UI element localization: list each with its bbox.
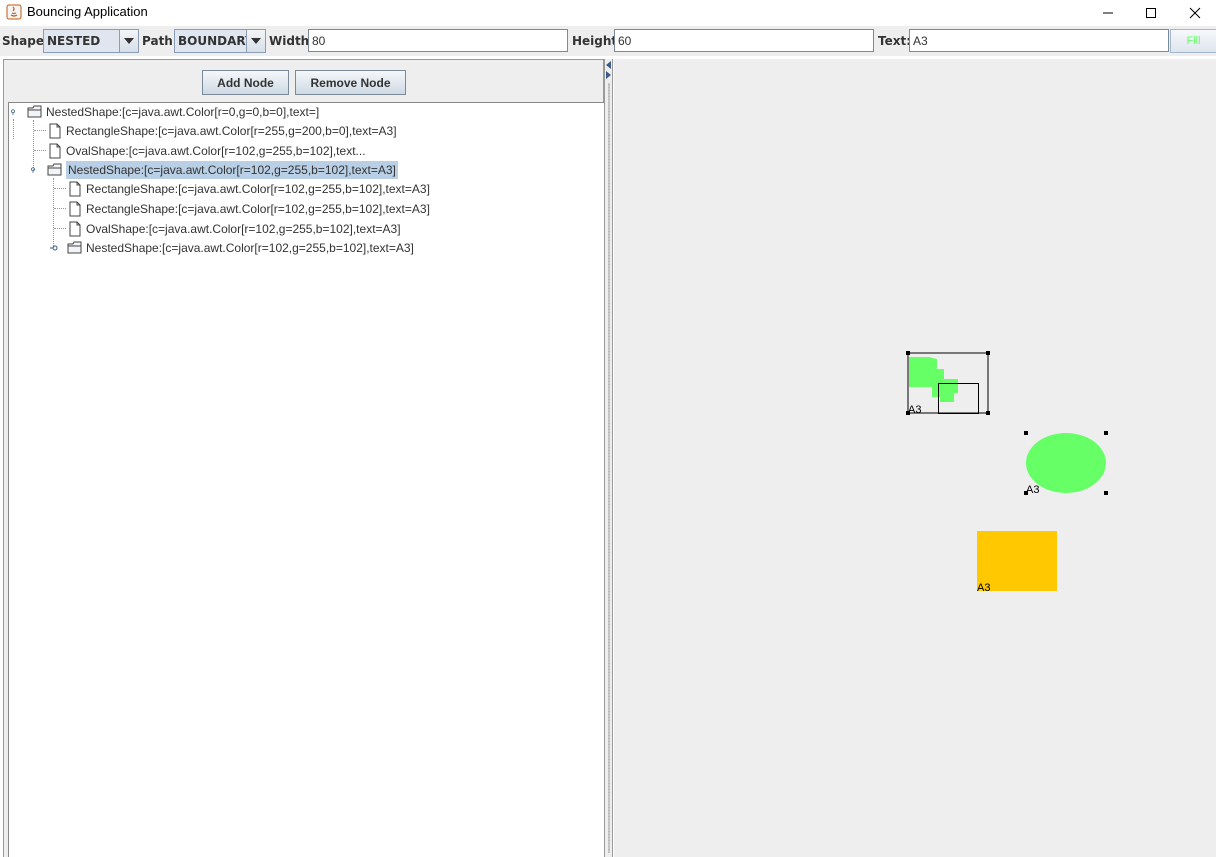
remove-node-button[interactable]: Remove Node — [295, 70, 406, 95]
shape-combobox[interactable]: NESTED — [43, 29, 139, 53]
folder-icon — [67, 241, 82, 254]
file-icon — [49, 123, 61, 139]
tree-node[interactable]: RectangleShape:[c=java.awt.Color[r=102,g… — [9, 180, 599, 198]
folder-icon — [27, 105, 42, 118]
chevron-down-icon — [251, 38, 261, 44]
tree-panel: Add Node Remove Node NestedShape:[c=java… — [3, 59, 606, 857]
rectangle-shape[interactable]: A3 — [977, 531, 1057, 594]
path-label: Path: — [142, 34, 178, 48]
oval-shape[interactable]: A3 — [1024, 431, 1108, 496]
file-icon — [69, 201, 81, 217]
rectangle-shape-text: A3 — [977, 582, 990, 594]
tree-node-label: RectangleShape:[c=java.awt.Color[r=102,g… — [86, 202, 430, 216]
chevron-down-icon — [124, 38, 134, 44]
shapes-drawing: A3 A3 A3 — [906, 351, 1108, 594]
tree-node-selected[interactable]: NestedShape:[c=java.awt.Color[r=102,g=25… — [9, 161, 599, 179]
file-icon — [49, 143, 61, 159]
tree-node-label: RectangleShape:[c=java.awt.Color[r=255,g… — [66, 124, 397, 138]
collapse-left-arrow-icon[interactable] — [605, 61, 613, 69]
path-combobox-value: BOUNDARY — [178, 34, 254, 48]
java-app-icon — [6, 4, 22, 20]
maximize-icon — [1146, 8, 1156, 18]
path-combobox[interactable]: BOUNDARY — [174, 29, 266, 53]
tree-node-label: OvalShape:[c=java.awt.Color[r=102,g=255,… — [86, 222, 401, 236]
height-input[interactable] — [615, 30, 873, 51]
folder-icon — [47, 163, 62, 176]
collapse-handle-icon[interactable] — [50, 245, 58, 251]
tree-node-label: RectangleShape:[c=java.awt.Color[r=102,g… — [86, 182, 430, 196]
title-bar: Bouncing Application — [0, 0, 1216, 26]
close-icon — [1189, 7, 1201, 19]
oval-shape-text: A3 — [1026, 484, 1039, 496]
width-input[interactable] — [309, 30, 567, 51]
shape-tree[interactable]: NestedShape:[c=java.awt.Color[r=0,g=0,b=… — [8, 102, 606, 857]
tree-node[interactable]: NestedShape:[c=java.awt.Color[r=102,g=25… — [9, 239, 599, 257]
window-title: Bouncing Application — [27, 4, 148, 19]
text-input[interactable] — [910, 30, 1168, 51]
width-field[interactable] — [308, 29, 568, 52]
shape-dropdown-button[interactable] — [119, 30, 138, 52]
tree-node[interactable]: OvalShape:[c=java.awt.Color[r=102,g=255,… — [9, 220, 599, 238]
minimize-button[interactable] — [1085, 0, 1131, 26]
expand-right-arrow-icon[interactable] — [605, 71, 613, 79]
tree-node[interactable]: NestedShape:[c=java.awt.Color[r=0,g=0,b=… — [9, 103, 599, 121]
height-field[interactable] — [614, 29, 874, 52]
text-field[interactable] — [909, 29, 1169, 52]
tree-node-label: NestedShape:[c=java.awt.Color[r=102,g=25… — [66, 161, 398, 179]
tree-node-label: OvalShape:[c=java.awt.Color[r=102,g=255,… — [66, 144, 366, 158]
add-node-button[interactable]: Add Node — [202, 70, 289, 95]
shape-label: Shape: — [2, 34, 49, 48]
tree-node-label: NestedShape:[c=java.awt.Color[r=0,g=0,b=… — [46, 105, 320, 119]
file-icon — [69, 221, 81, 237]
close-button[interactable] — [1172, 0, 1216, 26]
tree-node[interactable]: OvalShape:[c=java.awt.Color[r=102,g=255,… — [9, 142, 599, 160]
text-label: Text: — [878, 34, 912, 48]
expand-handle-icon[interactable] — [10, 109, 16, 115]
maximize-button[interactable] — [1128, 0, 1174, 26]
nested-shape[interactable]: A3 — [906, 351, 990, 416]
split-pane-divider[interactable] — [604, 59, 613, 857]
tree-node[interactable]: RectangleShape:[c=java.awt.Color[r=102,g… — [9, 200, 599, 218]
expand-handle-icon[interactable] — [30, 167, 36, 173]
tree-node-label: NestedShape:[c=java.awt.Color[r=102,g=25… — [86, 241, 414, 255]
fill-button[interactable]: Fill — [1170, 29, 1216, 53]
file-icon — [69, 181, 81, 197]
divider-grip — [608, 83, 610, 853]
minimize-icon — [1103, 12, 1113, 14]
tree-node[interactable]: RectangleShape:[c=java.awt.Color[r=255,g… — [9, 122, 599, 140]
shape-combobox-value: NESTED — [47, 34, 101, 48]
path-dropdown-button[interactable] — [246, 30, 265, 52]
nested-shape-text: A3 — [908, 404, 921, 416]
animation-canvas[interactable]: A3 A3 A3 — [614, 59, 1216, 857]
